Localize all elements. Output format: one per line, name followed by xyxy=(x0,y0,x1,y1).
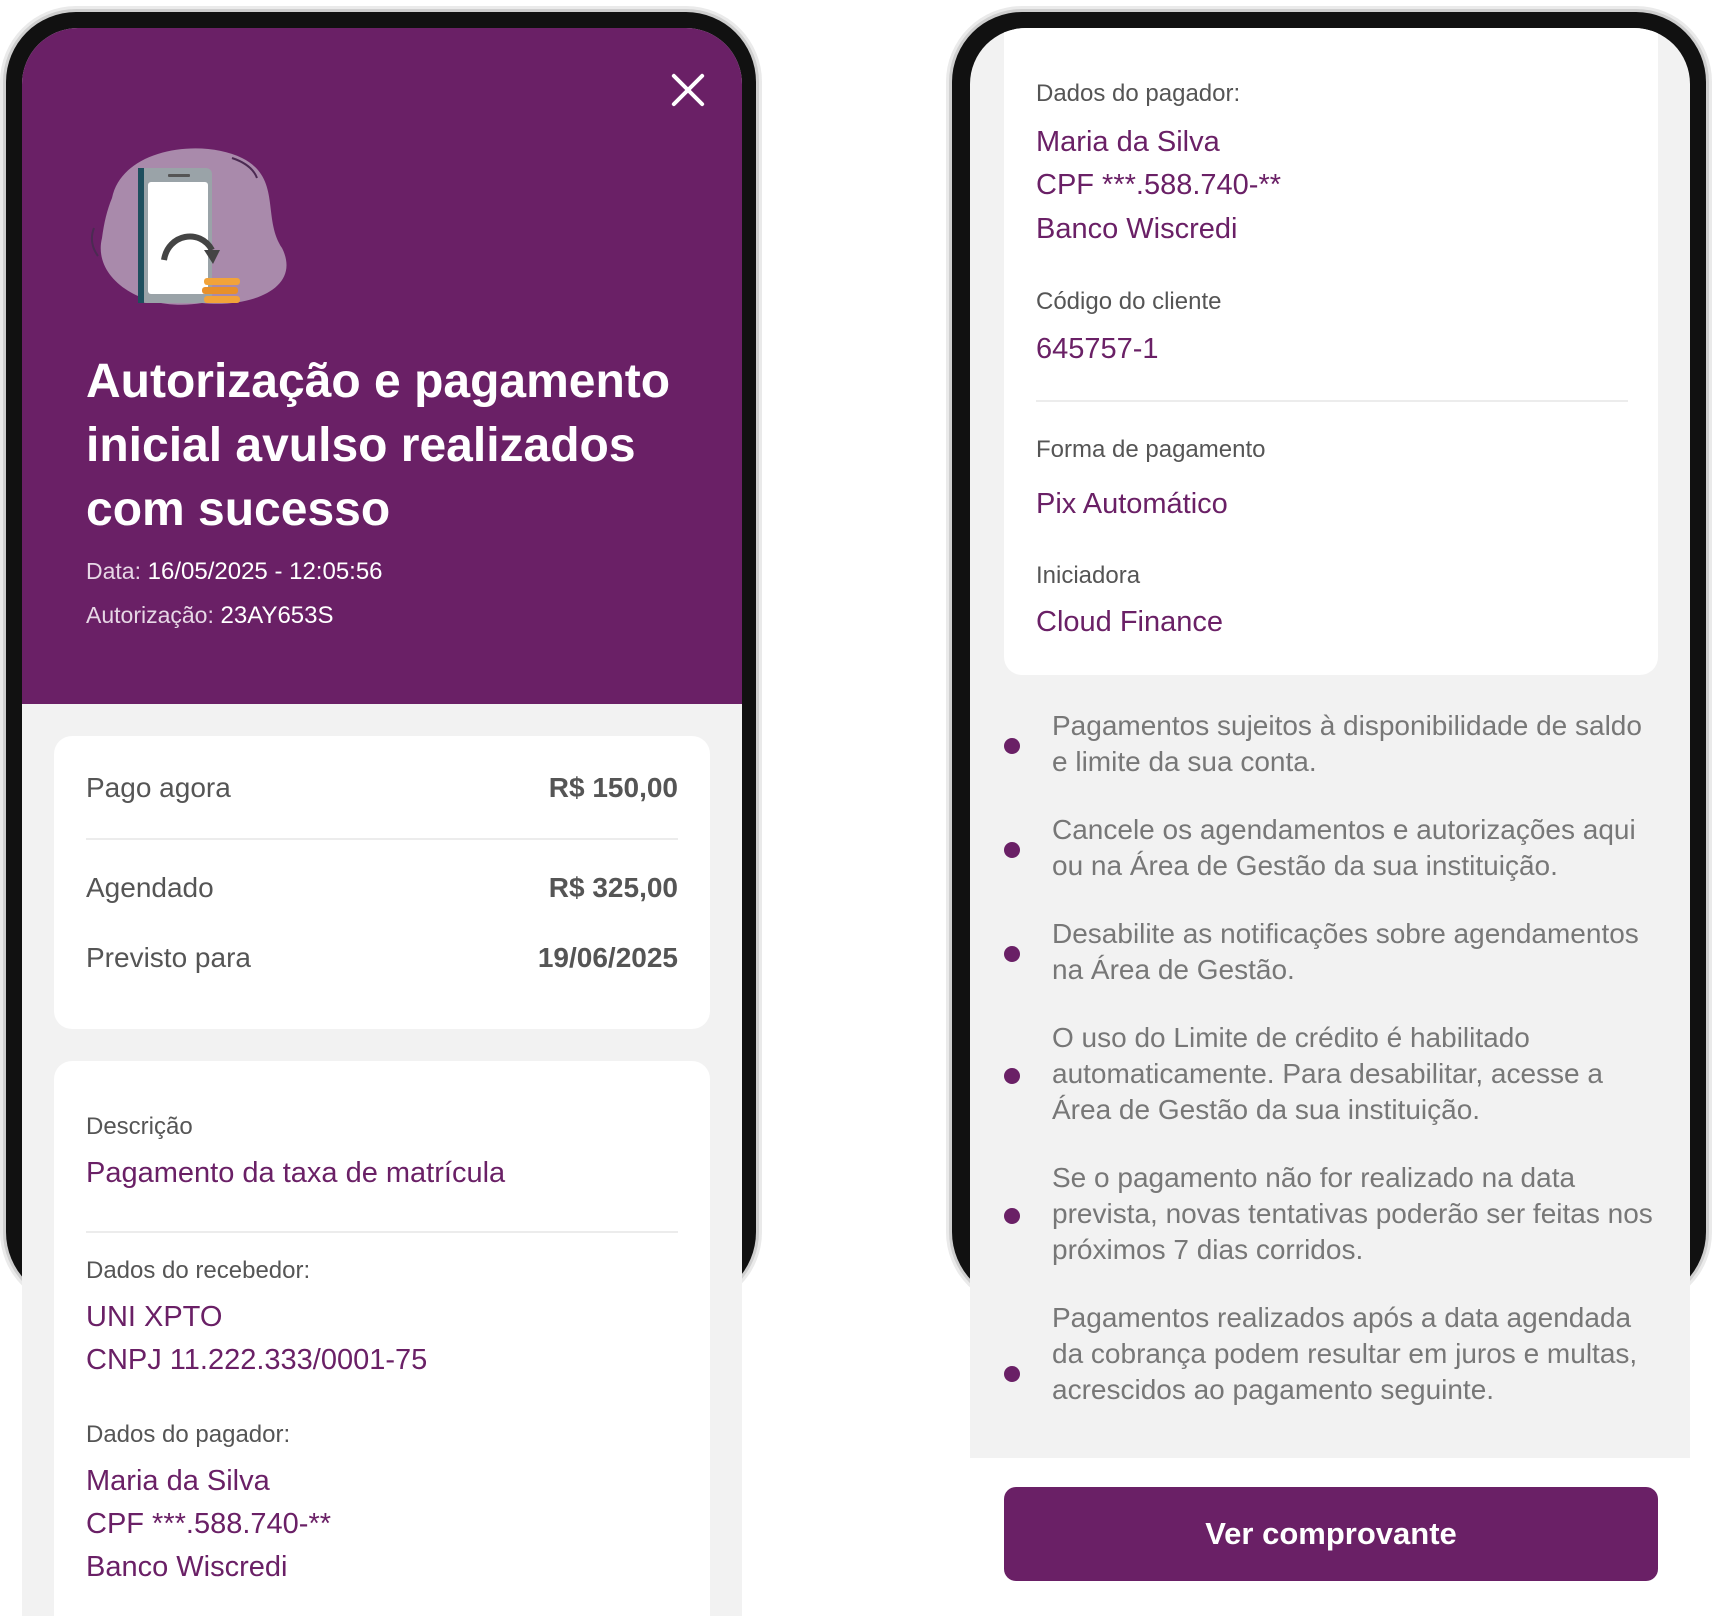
payer-name: Maria da Silva xyxy=(86,1465,270,1497)
date-value: 16/05/2025 - 12:05:56 xyxy=(147,558,383,585)
paid-now-value: R$ 150,00 xyxy=(548,772,678,803)
info-bullet-text: Pagamentos realizados após a data agenda… xyxy=(1052,1302,1638,1405)
bullet-dot-icon xyxy=(1004,946,1020,962)
payer-name: Maria da Silva xyxy=(1036,126,1220,158)
info-bullet-text: Pagamentos sujeitos à disponibilidade de… xyxy=(1052,710,1642,777)
payment-method-value: Pix Automático xyxy=(1036,488,1228,520)
description-value: Pagamento da taxa de matrícula xyxy=(86,1157,506,1189)
bullet-dot-icon xyxy=(1004,1208,1020,1224)
left-phone-screen: Autorização e pagamento inicial avulso r… xyxy=(22,28,742,1616)
payer-details-card: Dados do pagador: Maria da Silva CPF ***… xyxy=(1004,28,1658,675)
amounts-card: Pago agora R$ 150,00 Agendado R$ 325,00 … xyxy=(54,736,710,1029)
success-title: Autorização e pagamento inicial avulso r… xyxy=(86,355,671,536)
payer-bank: Banco Wiscredi xyxy=(1036,213,1238,245)
scheduled-value: R$ 325,00 xyxy=(548,872,678,903)
payer-cpf: CPF ***.588.740-** xyxy=(1036,169,1282,201)
paid-now-label: Pago agora xyxy=(86,772,231,803)
right-phone-screen: Dados do pagador: Maria da Silva CPF ***… xyxy=(970,28,1690,1458)
payer-cpf: CPF ***.588.740-** xyxy=(86,1508,332,1540)
date-label: Data: xyxy=(86,558,141,584)
bullet-dot-icon xyxy=(1004,1366,1020,1382)
view-receipt-button[interactable]: Ver comprovante xyxy=(1004,1487,1658,1581)
close-icon[interactable] xyxy=(662,64,714,116)
details-card: Descrição Pagamento da taxa de matrícula… xyxy=(54,1061,710,1616)
amounts-divider xyxy=(86,838,678,840)
scheduled-label: Agendado xyxy=(86,872,214,903)
bullet-dot-icon xyxy=(1004,738,1020,754)
date-line: Data: 16/05/2025 - 12:05:56 xyxy=(86,558,383,586)
client-code-value: 645757-1 xyxy=(1036,333,1159,365)
scheduled-row: Agendado R$ 325,00 xyxy=(86,872,678,904)
client-code-label: Código do cliente xyxy=(1036,288,1222,315)
receiver-cnpj: CNPJ 11.222.333/0001-75 xyxy=(86,1344,428,1376)
authorization-line: Autorização: 23AY653S xyxy=(86,602,334,630)
initiator-label: Iniciadora xyxy=(1036,562,1141,589)
success-header: Autorização e pagamento inicial avulso r… xyxy=(22,28,742,704)
payer-label: Dados do pagador: xyxy=(86,1421,291,1448)
receiver-label: Dados do recebedor: xyxy=(86,1257,311,1284)
initiator-value: Cloud Finance xyxy=(1036,606,1223,638)
paid-now-row: Pago agora R$ 150,00 xyxy=(86,772,678,804)
description-label: Descrição xyxy=(86,1113,193,1140)
bullet-dot-icon xyxy=(1004,842,1020,858)
receiver-name: UNI XPTO xyxy=(86,1301,223,1333)
payer-label: Dados do pagador: xyxy=(1036,80,1241,107)
details-divider xyxy=(86,1231,678,1233)
card-divider xyxy=(1036,400,1628,402)
expected-value: 19/06/2025 xyxy=(537,942,678,973)
authorization-value: 23AY653S xyxy=(220,602,334,629)
bullet-dot-icon xyxy=(1004,1068,1020,1084)
phone-payment-illustration xyxy=(90,148,287,305)
info-bullet-text: O uso do Limite de crédito é habilitado … xyxy=(1052,1022,1603,1125)
authorization-label: Autorização: xyxy=(86,602,214,628)
info-bullet-text: Se o pagamento não for realizado na data… xyxy=(1052,1162,1653,1265)
payer-bank: Banco Wiscredi xyxy=(86,1551,288,1583)
info-bullet-text: Cancele os agendamentos e autorizações a… xyxy=(1052,814,1636,881)
info-bullet-text: Desabilite as notificações sobre agendam… xyxy=(1052,918,1639,985)
expected-label: Previsto para xyxy=(86,942,251,973)
expected-row: Previsto para 19/06/2025 xyxy=(86,942,678,974)
payment-method-label: Forma de pagamento xyxy=(1036,436,1266,463)
